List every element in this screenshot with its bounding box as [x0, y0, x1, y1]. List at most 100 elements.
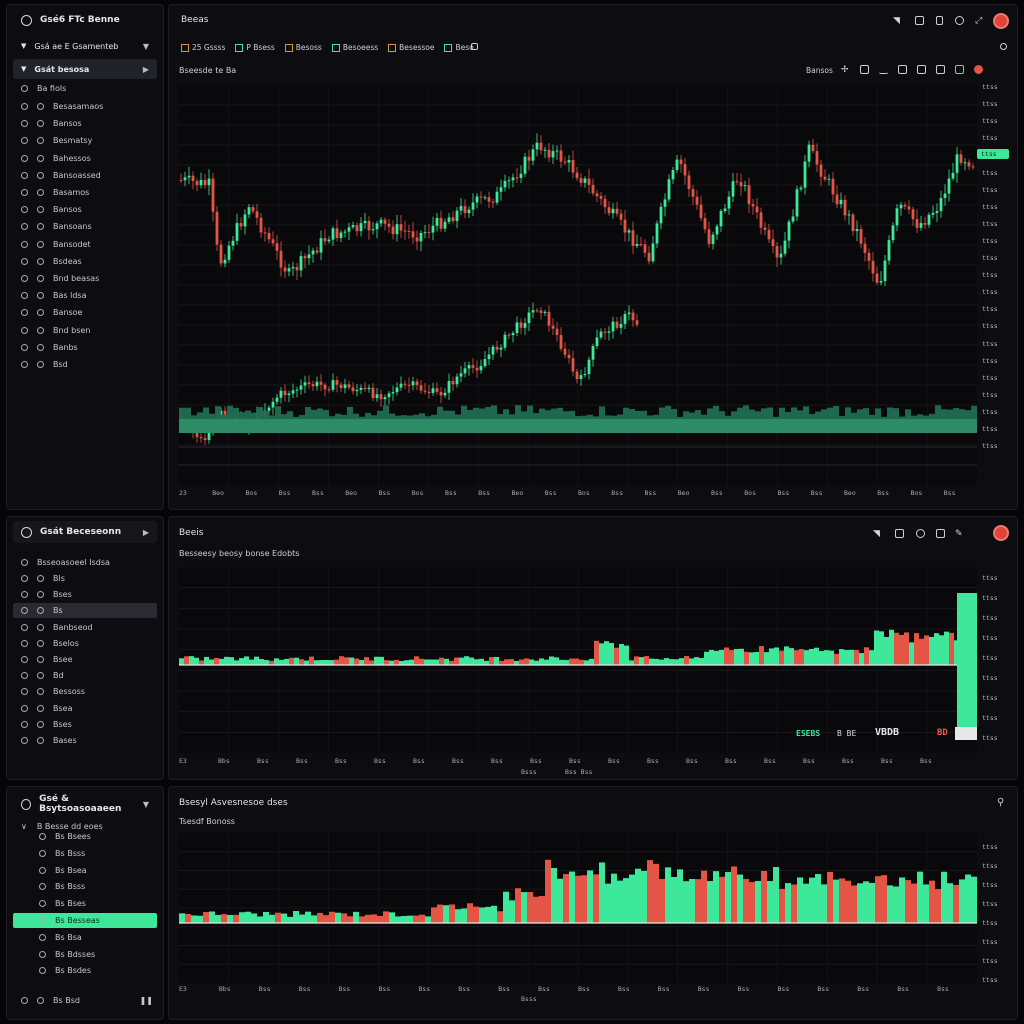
bottom-sidebar-title[interactable]: Gsé & Bsytsoasoaaeen ▼	[13, 793, 157, 815]
grid-icon[interactable]	[917, 65, 926, 74]
sidebar-item[interactable]: Besmatsy	[13, 133, 157, 148]
candle-body	[467, 209, 471, 214]
candle-body	[503, 180, 507, 188]
chart-tab[interactable]: Besoeess	[331, 43, 378, 52]
x-tick-label: Bss	[378, 985, 391, 993]
sidebar-item[interactable]: Bses	[13, 717, 157, 732]
sidebar-item[interactable]: Bs	[13, 603, 157, 619]
mid-sidebar-title[interactable]: Gsát Beceseonn ▶	[13, 521, 157, 543]
sidebar-item[interactable]: Bls	[13, 571, 157, 586]
alert-icon[interactable]	[974, 65, 983, 74]
sidebar-item[interactable]: Bs Bsss	[13, 879, 157, 894]
histogram-bar	[269, 914, 275, 923]
edit-icon[interactable]: ✎	[955, 529, 964, 539]
pin-icon[interactable]: ⚲	[997, 797, 1004, 808]
chart-tab[interactable]: P Bsess	[235, 43, 275, 52]
top-sidebar-title[interactable]: Gsé6 FTc Benne	[13, 9, 157, 31]
sidebar-item[interactable]: Bs Bdsses	[13, 947, 157, 962]
window-icon[interactable]	[915, 16, 924, 25]
sidebar-item[interactable]: Bas ldsa	[13, 288, 157, 303]
sidebar-item[interactable]: Bahessos	[13, 151, 157, 166]
sidebar-item[interactable]: Bs Bsees	[13, 829, 157, 844]
sidebar-item-label: Bsea	[53, 703, 73, 713]
histogram-bar	[429, 659, 434, 665]
window-icon[interactable]	[895, 529, 904, 538]
sidebar-item[interactable]: Bsea	[13, 701, 157, 716]
sidebar-item[interactable]: Bs Bses	[13, 896, 157, 911]
histogram-bar	[634, 656, 639, 665]
y-tick-label: ttss	[982, 271, 998, 280]
sidebar-item[interactable]: Banbs	[13, 340, 157, 355]
sidebar-item[interactable]: Bs Bsss	[13, 846, 157, 861]
chart-tab[interactable]: Beso	[444, 43, 474, 52]
indicator-icon[interactable]	[955, 65, 964, 74]
candle-body	[475, 196, 479, 203]
chart-tab[interactable]: Besoss	[284, 43, 322, 52]
sidebar-item[interactable]: Bsdeas	[13, 254, 157, 269]
clipboard-icon[interactable]	[936, 16, 943, 25]
sidebar-item[interactable]: Bs Bsa	[13, 930, 157, 945]
pointer-icon[interactable]: ◥	[873, 529, 882, 539]
sidebar-item[interactable]: Bsee	[13, 652, 157, 667]
volume-histogram[interactable]	[179, 833, 977, 983]
lines-icon[interactable]	[879, 65, 888, 74]
sidebar-item[interactable]: Bnd bsen	[13, 323, 157, 338]
sidebar-item[interactable]: Bansodet	[13, 237, 157, 252]
record-button[interactable]	[993, 13, 1009, 29]
candle-body	[511, 332, 515, 336]
calculator-icon[interactable]	[898, 65, 907, 74]
expand-icon[interactable]: ⤢	[975, 16, 984, 26]
sidebar-item[interactable]: Bsd	[13, 357, 157, 372]
chart-tab[interactable]: Besessoe	[388, 43, 434, 52]
camera-icon[interactable]	[471, 43, 478, 50]
circle-icon	[37, 575, 44, 582]
chart-subtitle: Besseesy beosy bonse Edobts	[179, 549, 300, 558]
sidebar-item[interactable]: Bansos	[13, 116, 157, 131]
sidebar-item[interactable]: Bselos	[13, 636, 157, 651]
histogram-bar	[884, 636, 889, 665]
chart-tab[interactable]: 25 Gssss	[181, 43, 225, 52]
sidebar-item[interactable]: Bd	[13, 668, 157, 683]
layout-icon[interactable]	[936, 65, 945, 74]
square-icon[interactable]	[860, 65, 869, 74]
pause-icon[interactable]: ❚❚	[140, 996, 153, 1005]
sidebar-item[interactable]: Basamos	[13, 185, 157, 200]
volume-histogram[interactable]	[179, 567, 977, 753]
sidebar-item[interactable]: Bs Bsea	[13, 863, 157, 878]
candle-body	[535, 310, 539, 312]
controls-label[interactable]: Bansos	[806, 66, 833, 75]
sidebar-item[interactable]: Bessoss	[13, 684, 157, 699]
candlestick-svg	[179, 85, 977, 485]
pointer-icon[interactable]: ◥	[893, 16, 902, 26]
circle-icon	[37, 120, 44, 128]
sidebar-item[interactable]: Bansoassed	[13, 168, 157, 183]
cursor-icon[interactable]: ✢	[841, 65, 850, 75]
bottom-sidebar-footer[interactable]: Bs Bsd ❚❚	[13, 993, 157, 1008]
clipboard-icon[interactable]	[916, 529, 925, 538]
histogram-bar	[923, 884, 929, 923]
histogram-bar	[909, 642, 914, 665]
candle-body	[967, 162, 971, 167]
top-sidebar-section[interactable]: ▼ Gsát besosa ▶	[13, 59, 157, 79]
histogram-bar	[434, 659, 439, 665]
sidebar-item[interactable]: Bs Bsdes	[13, 963, 157, 978]
sidebar-item[interactable]: Bases	[13, 733, 157, 748]
settings-icon[interactable]	[955, 16, 964, 25]
sidebar-item[interactable]: Bansoans	[13, 219, 157, 234]
candle-body	[351, 225, 355, 228]
record-button[interactable]	[993, 525, 1009, 541]
sidebar-item[interactable]: Bnd beasas	[13, 271, 157, 286]
settings-icon[interactable]	[936, 529, 945, 538]
sidebar-item[interactable]: Bses	[13, 587, 157, 602]
sidebar-item[interactable]: Bansos	[13, 202, 157, 217]
y-tick-label: ttss	[982, 734, 998, 742]
sidebar-item[interactable]: Bansoe	[13, 305, 157, 320]
settings-icon[interactable]	[1000, 43, 1007, 50]
top-sidebar-dropdown[interactable]: ▼ Gsá ae E Gsamenteb ▼	[13, 37, 157, 55]
sidebar-item[interactable]: Bs Besseas	[13, 913, 157, 928]
circle-icon	[21, 309, 28, 317]
circle-icon	[21, 575, 28, 582]
sidebar-item[interactable]: Banbseod	[13, 620, 157, 635]
sidebar-item[interactable]: Besasamaos	[13, 99, 157, 114]
candlestick-chart[interactable]	[179, 85, 977, 485]
